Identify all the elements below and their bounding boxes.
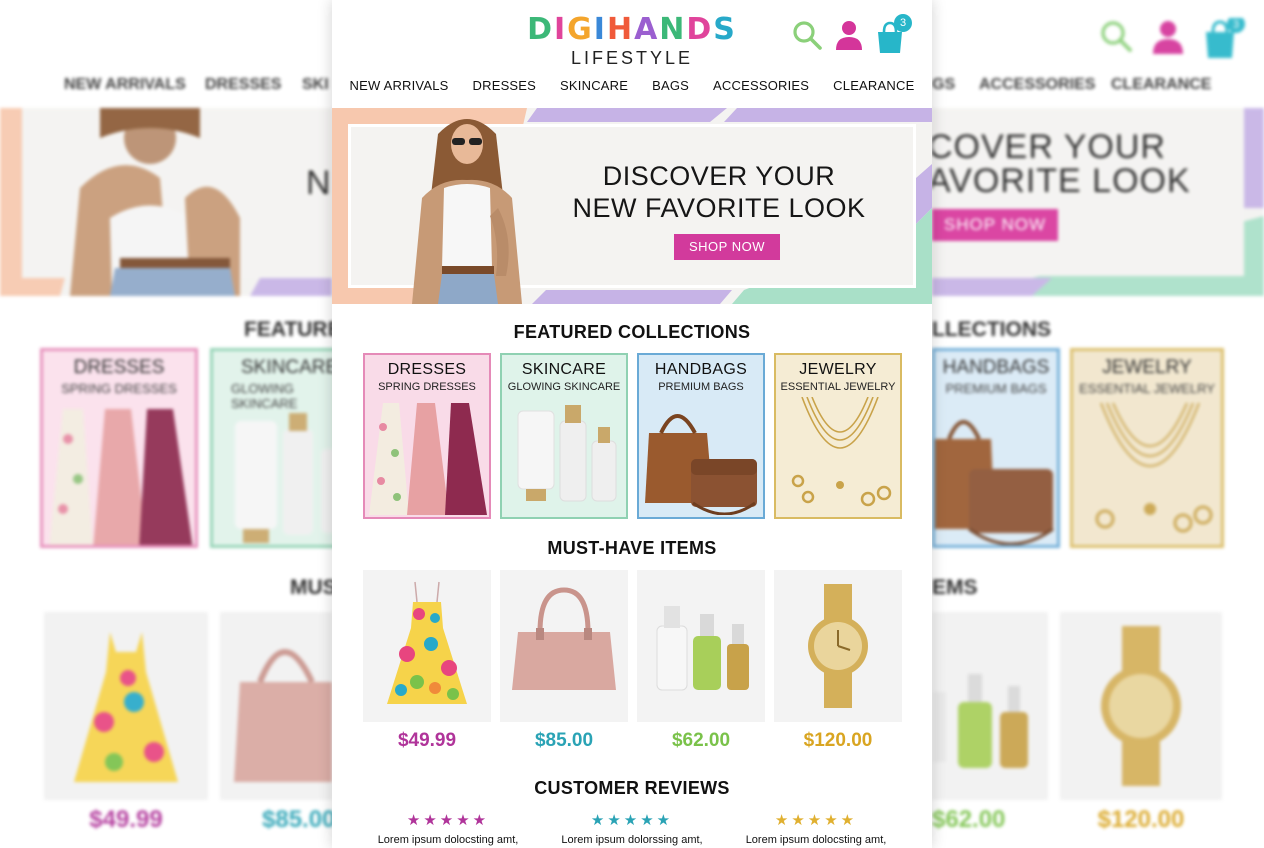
review-card: ★★★★★ Lorem ipsum dolorssing amt, bbox=[542, 812, 722, 846]
bg-nav-item: CLEARANCE bbox=[1111, 76, 1212, 93]
review-text: Lorem ipsum dolorssing amt, bbox=[561, 834, 703, 846]
bg-nav-item: NEW ARRIVALS bbox=[64, 76, 186, 93]
product-gold-watch[interactable] bbox=[774, 570, 902, 722]
price-serum-set: $62.00 bbox=[671, 730, 731, 751]
hero-banner: DISCOVER YOUR NEW FAVORITE LOOK bbox=[332, 108, 932, 304]
nav-skincare[interactable]: SKINCARE bbox=[560, 78, 628, 93]
collection-card-handbags[interactable]: HANDBAGS PREMIUM BAGS bbox=[637, 353, 765, 519]
dresses-image bbox=[369, 403, 487, 515]
bg-tile-watch bbox=[1060, 612, 1222, 800]
logo-letter: N bbox=[659, 12, 687, 47]
star-rating-icon: ★★★★★ bbox=[774, 812, 858, 829]
price-floral-dress: $49.99 bbox=[397, 730, 457, 751]
product-floral-dress[interactable] bbox=[363, 570, 491, 722]
bg-tile-bag bbox=[220, 612, 332, 800]
bg-nav-item: GS bbox=[932, 76, 956, 93]
bg-tile-dress bbox=[44, 612, 208, 800]
bg-nav-item: SKI bbox=[302, 76, 329, 93]
handbags-image bbox=[645, 414, 757, 515]
product-serum-set[interactable] bbox=[637, 570, 765, 722]
review-text: Lorem ipsum dolocsting amt, bbox=[745, 834, 887, 846]
stage: NEW ARRIVALS DRESSES SKI GS ACCESSORIES … bbox=[0, 0, 1264, 848]
skincare-image bbox=[517, 405, 617, 502]
cart-button[interactable]: 3 bbox=[876, 14, 912, 54]
review-text: Lorem ipsum dolocsting amt, bbox=[377, 834, 519, 846]
customer-reviews-title: CUSTOMER REVIEWS bbox=[534, 778, 730, 798]
logo-letter: D bbox=[527, 12, 554, 47]
review-card: ★★★★★ Lorem ipsum dolocsting amt, bbox=[358, 812, 538, 846]
hero-model-image bbox=[412, 119, 522, 304]
logo-letter: I bbox=[553, 12, 568, 47]
logo-letter: D bbox=[686, 12, 714, 47]
nav-bags[interactable]: BAGS bbox=[652, 78, 689, 93]
svg-text:3: 3 bbox=[1233, 19, 1239, 31]
bg-tile-serums bbox=[932, 612, 1048, 800]
bg-user-icon bbox=[1153, 21, 1183, 54]
main-nav: NEW ARRIVALS DRESSES SKINCARE BAGS ACCES… bbox=[332, 78, 932, 93]
price-pink-handbag: $85.00 bbox=[534, 730, 594, 751]
collection-card-jewelry[interactable]: JEWELRY ESSENTIAL JEWELRY bbox=[774, 353, 902, 519]
bg-card-skincare: SKINCARE GLOWING SKINCARE bbox=[210, 348, 350, 548]
must-have-title: MUST-HAVE ITEMS bbox=[547, 538, 717, 558]
logo-letter: I bbox=[593, 12, 607, 47]
bg-card-handbags: HANDBAGS PREMIUM BAGS bbox=[932, 348, 1060, 548]
jewelry-image bbox=[791, 397, 892, 507]
bg-nav-item: DRESSES bbox=[205, 76, 282, 93]
bg-hero-left: N bbox=[0, 108, 332, 296]
bg-hero-right: COVER YOUR AVORITE LOOK SHOP NOW bbox=[932, 108, 1264, 296]
nav-accessories[interactable]: ACCESSORIES bbox=[713, 78, 809, 93]
pink-handbag-image bbox=[512, 587, 616, 690]
bg-card-jewelry: JEWELRY ESSENTIAL JEWELRY bbox=[1070, 348, 1224, 548]
serum-set-image bbox=[656, 606, 749, 691]
logo-letter: G bbox=[567, 12, 594, 47]
gold-watch-image bbox=[808, 584, 868, 708]
storefront-page: DIGIHANDS LIFESTYLE 3 NEW ARRIVALS DRESS… bbox=[332, 0, 932, 848]
bg-card-dresses: DRESSES SPRING DRESSES bbox=[40, 348, 198, 548]
nav-dresses[interactable]: DRESSES bbox=[473, 78, 537, 93]
search-icon[interactable] bbox=[790, 18, 824, 52]
review-card: ★★★★★ Lorem ipsum dolocsting amt, bbox=[726, 812, 906, 846]
nav-new-arrivals[interactable]: NEW ARRIVALS bbox=[350, 78, 449, 93]
collection-card-dresses[interactable]: DRESSES SPRING DRESSES bbox=[363, 353, 491, 519]
floral-dress-image bbox=[387, 581, 467, 704]
collection-card-skincare[interactable]: SKINCARE GLOWING SKINCARE bbox=[500, 353, 628, 519]
shop-now-button[interactable]: SHOP NOW bbox=[674, 234, 780, 260]
cart-count-badge: 3 bbox=[894, 14, 912, 32]
logo-letter: H bbox=[606, 12, 635, 47]
star-rating-icon: ★★★★★ bbox=[590, 812, 674, 829]
logo-letter: S bbox=[713, 12, 737, 47]
featured-collections-title: FEATURED COLLECTIONS bbox=[513, 322, 751, 342]
bg-search-icon bbox=[1101, 21, 1132, 52]
price-gold-watch: $120.00 bbox=[803, 730, 873, 751]
star-rating-icon: ★★★★★ bbox=[406, 812, 490, 829]
bg-nav-item: ACCESSORIES bbox=[979, 76, 1096, 93]
logo-letter: A bbox=[634, 12, 660, 47]
user-icon[interactable] bbox=[832, 18, 866, 52]
product-pink-handbag[interactable] bbox=[500, 570, 628, 722]
hero-heading: DISCOVER YOUR NEW FAVORITE LOOK bbox=[572, 161, 866, 223]
bg-shopping-bag-icon: 3 bbox=[1206, 18, 1245, 58]
nav-clearance[interactable]: CLEARANCE bbox=[833, 78, 914, 93]
